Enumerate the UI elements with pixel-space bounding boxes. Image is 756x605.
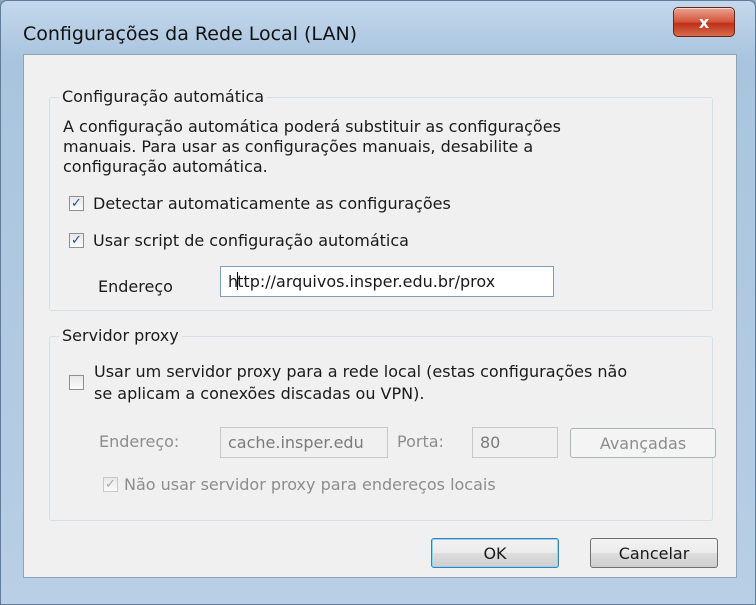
detect-settings-label[interactable]: Detectar automaticamente as configuraçõe… [93, 194, 451, 214]
script-address-input[interactable]: http://arquivos.insper.edu.br/prox [220, 266, 554, 297]
use-proxy-label-line-2[interactable]: se aplicam a conexões discadas ou VPN). [94, 384, 424, 404]
advanced-button[interactable]: Avançadas [570, 428, 716, 458]
ok-button[interactable]: OK [431, 538, 559, 568]
proxy-legend: Servidor proxy [59, 326, 182, 345]
proxy-port-input[interactable]: 80 [472, 427, 558, 458]
use-script-label[interactable]: Usar script de configuração automática [93, 231, 409, 251]
proxy-port-label: Porta: [397, 432, 444, 451]
script-address-label: Endereço [98, 277, 173, 296]
detect-settings-checkbox[interactable]: ✓ [69, 196, 84, 211]
close-button[interactable]: x [673, 7, 735, 37]
dialog-body: Configuração automática A configuração a… [23, 54, 737, 578]
script-address-value-rest: ttp://arquivos.insper.edu.br/prox [237, 272, 496, 291]
bypass-local-label[interactable]: Não usar servidor proxy para endereços l… [124, 475, 496, 495]
auto-config-legend: Configuração automática [59, 87, 268, 106]
dialog-title: Configurações da Rede Local (LAN) [23, 23, 358, 45]
bypass-local-checkbox[interactable]: ✓ [103, 477, 118, 492]
proxy-address-label: Endereço: [99, 432, 180, 451]
auto-config-description-line-3: configuração automática. [63, 157, 268, 176]
use-proxy-label-line-1[interactable]: Usar um servidor proxy para a rede local… [94, 362, 627, 382]
proxy-address-input[interactable]: cache.insper.edu [220, 427, 388, 458]
lan-settings-dialog: Configurações da Rede Local (LAN) x Conf… [0, 0, 756, 605]
use-proxy-checkbox[interactable] [69, 375, 84, 390]
cancel-button[interactable]: Cancelar [590, 538, 718, 568]
use-script-checkbox[interactable]: ✓ [69, 233, 84, 248]
auto-config-description-line-2: manuais. Para usar as configurações manu… [63, 137, 534, 156]
close-icon: x [698, 12, 710, 32]
auto-config-description-line-1: A configuração automática poderá substit… [63, 117, 561, 136]
